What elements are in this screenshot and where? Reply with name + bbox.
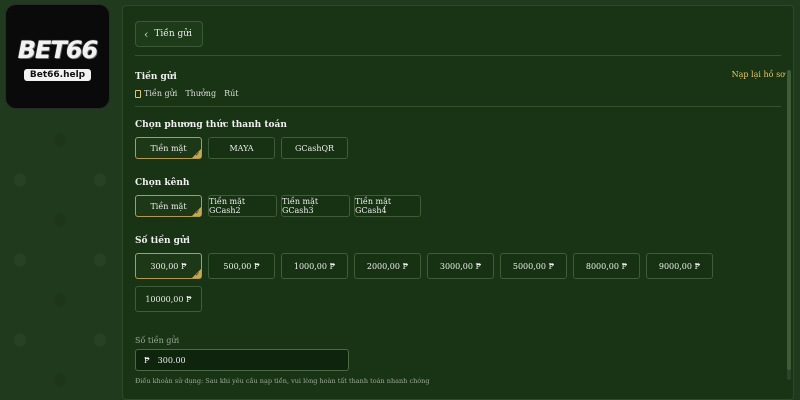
deposit-title: Tiền gửi <box>135 72 177 82</box>
scrollbar-thumb[interactable] <box>787 70 791 370</box>
tabs-divider <box>135 106 781 107</box>
logo-domain: Bet66.help <box>23 68 92 81</box>
tab-deposit[interactable]: Tiền gửi <box>135 89 177 98</box>
amount-option-2000[interactable]: 2000,00 ₱ <box>354 253 421 279</box>
amount-option-label: 10000,00 ₱ <box>145 294 192 304</box>
payment-option-label: Tiền mặt <box>150 143 187 153</box>
channel-option-label: Tiền mặt GCash2 <box>209 197 246 215</box>
check-icon: ✓ <box>194 209 200 216</box>
amount-option-label: 9000,00 ₱ <box>658 261 701 271</box>
amount-input[interactable]: ₱ 300.00 <box>135 349 349 371</box>
payment-option-gcashqr[interactable]: GCashQR <box>281 137 348 159</box>
tab-withdraw-label: Rút <box>224 89 239 98</box>
payment-method-title: Chọn phương thức thanh toán <box>135 120 287 130</box>
amount-option-8000[interactable]: 8000,00 ₱ <box>573 253 640 279</box>
amount-option-10000[interactable]: 10000,00 ₱ <box>135 286 202 312</box>
amount-option-300[interactable]: 300,00 ₱ ✓ <box>135 253 202 279</box>
amount-title: Số tiền gửi <box>135 236 190 246</box>
payment-option-maya[interactable]: MAYA <box>208 137 275 159</box>
payment-option-label: GCashQR <box>294 143 335 153</box>
channel-option-label: Tiền mặt <box>150 201 187 211</box>
terms-text: Điều khoản sử dụng: Sau khi yêu cầu nạp … <box>135 377 430 385</box>
payment-option-label: MAYA <box>229 143 254 153</box>
tab-bonus[interactable]: Thưởng <box>185 89 216 98</box>
logo-brand-text: BET66 <box>17 35 98 64</box>
channel-option-label: Tiền mặt GCash4 <box>355 197 392 215</box>
tab-deposit-label: Tiền gửi <box>144 89 178 98</box>
amount-option-label: 1000,00 ₱ <box>293 261 336 271</box>
refill-link[interactable]: Nạp lại hồ sơ <box>732 70 785 79</box>
amount-field-label: Số tiền gửi <box>135 336 180 345</box>
check-icon: ✓ <box>194 271 200 278</box>
deposit-tabs: Tiền gửi Thưởng Rút <box>135 89 238 98</box>
amount-option-label: 5000,00 ₱ <box>512 261 555 271</box>
peso-icon: ₱ <box>144 355 150 365</box>
amount-option-label: 500,00 ₱ <box>223 261 260 271</box>
channel-option-label: Tiền mặt GCash3 <box>282 197 319 215</box>
amount-option-1000[interactable]: 1000,00 ₱ <box>281 253 348 279</box>
amount-option-label: 300,00 ₱ <box>150 261 187 271</box>
channel-option-cash[interactable]: Tiền mặt ✓ <box>135 195 202 217</box>
scrollbar[interactable] <box>787 70 791 380</box>
payment-option-cash[interactable]: Tiền mặt ✓ <box>135 137 202 159</box>
amount-option-9000[interactable]: 9000,00 ₱ <box>646 253 713 279</box>
header-divider <box>135 55 781 56</box>
amount-input-value: 300.00 <box>157 355 186 365</box>
channel-title: Chọn kênh <box>135 178 190 188</box>
logo-mark: BET66 <box>16 33 100 67</box>
amount-option-label: 8000,00 ₱ <box>585 261 628 271</box>
brand-logo[interactable]: BET66 Bet66.help <box>6 5 109 108</box>
amount-option-5000[interactable]: 5000,00 ₱ <box>500 253 567 279</box>
amount-option-3000[interactable]: 3000,00 ₱ <box>427 253 494 279</box>
deposit-panel: ‹ Tiền gửi Tiền gửi Nạp lại hồ sơ Tiền g… <box>122 5 794 400</box>
amount-option-500[interactable]: 500,00 ₱ <box>208 253 275 279</box>
wallet-icon <box>135 89 141 98</box>
amount-option-label: 3000,00 ₱ <box>439 261 482 271</box>
tab-bonus-label: Thưởng <box>185 89 217 98</box>
tab-withdraw[interactable]: Rút <box>224 89 238 98</box>
back-button-label: Tiền gửi <box>154 29 192 39</box>
back-button[interactable]: ‹ Tiền gửi <box>135 21 203 47</box>
channel-option-gcash2[interactable]: Tiền mặt GCash2 <box>208 195 277 217</box>
amount-option-label: 2000,00 ₱ <box>366 261 409 271</box>
check-icon: ✓ <box>194 151 200 158</box>
channel-option-gcash4[interactable]: Tiền mặt GCash4 <box>354 195 421 217</box>
channel-option-gcash3[interactable]: Tiền mặt GCash3 <box>281 195 350 217</box>
chevron-left-icon: ‹ <box>144 27 149 41</box>
